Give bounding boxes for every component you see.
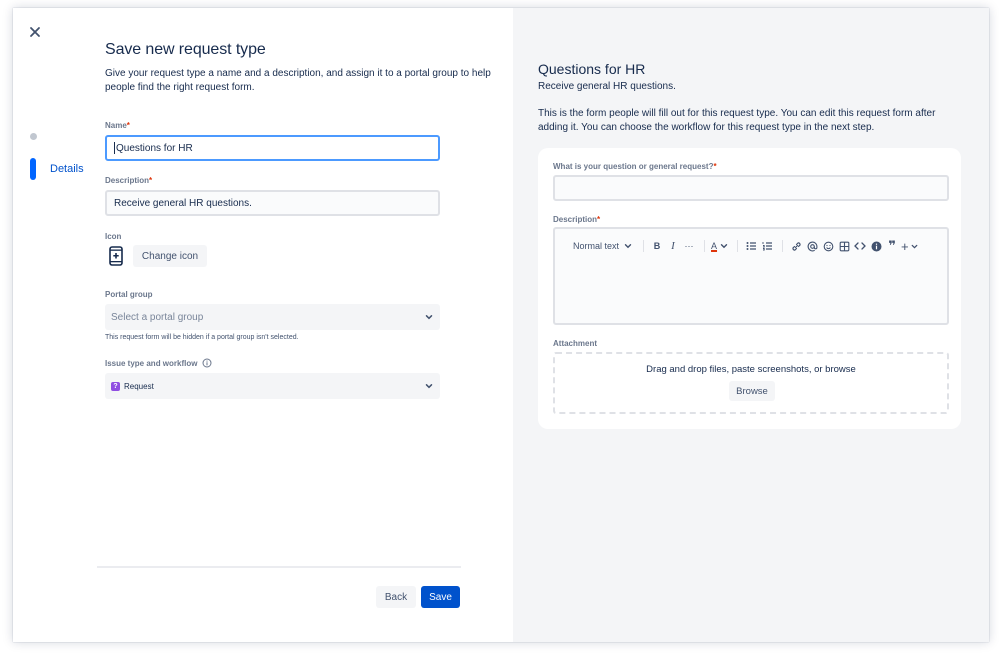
- attachment-dropzone[interactable]: Drag and drop files, paste screenshots, …: [553, 352, 949, 414]
- save-button[interactable]: Save: [421, 586, 460, 608]
- description-label: Description*: [105, 176, 153, 185]
- page-subtitle: Give your request type a name and a desc…: [105, 68, 491, 93]
- quote-icon[interactable]: ❞: [885, 238, 899, 254]
- chevron-down-icon: [720, 244, 728, 249]
- question-field[interactable]: [553, 175, 949, 201]
- chevron-down-icon: [425, 315, 433, 320]
- description-field[interactable]: Receive general HR questions.: [105, 190, 440, 216]
- preview-description-label: Description*: [553, 215, 601, 224]
- preview-form-card: What is your question or general request…: [538, 148, 961, 429]
- toolbar-separator: [643, 240, 645, 252]
- issue-type-value: Request: [124, 381, 154, 391]
- progress-step-details: Details: [50, 163, 84, 175]
- portal-group-select[interactable]: Select a portal group: [105, 304, 440, 330]
- text-caret: [114, 142, 115, 154]
- browse-button[interactable]: Browse: [729, 381, 775, 401]
- italic-icon[interactable]: I: [666, 238, 680, 254]
- attachment-label: Attachment: [553, 339, 598, 348]
- issue-type-select[interactable]: ? Request: [105, 373, 440, 399]
- insert-plus-icon[interactable]: +: [901, 238, 919, 254]
- close-icon[interactable]: [28, 25, 42, 39]
- preview-description: This is the form people will fill out fo…: [538, 108, 936, 133]
- chevron-down-icon: [911, 244, 918, 249]
- preview-subtitle: Receive general HR questions.: [538, 81, 676, 92]
- text-color-icon[interactable]: A: [711, 238, 729, 254]
- mention-icon[interactable]: [805, 238, 819, 254]
- portal-group-label: Portal group: [105, 290, 153, 299]
- info-panel-icon[interactable]: [869, 238, 883, 254]
- request-type-icon: ?: [111, 381, 120, 391]
- toolbar-separator: [704, 240, 706, 252]
- numbered-list-icon[interactable]: [760, 238, 774, 254]
- name-field-value: Questions for HR: [116, 142, 193, 154]
- change-icon-button[interactable]: Change icon: [133, 245, 207, 267]
- link-icon[interactable]: [789, 238, 803, 254]
- description-field-value: Receive general HR questions.: [114, 197, 252, 209]
- emoji-icon[interactable]: [821, 238, 835, 254]
- rich-text-editor[interactable]: Normal text B I ··· A ❞ +: [553, 227, 949, 325]
- chevron-down-icon: [425, 384, 433, 389]
- more-formatting-icon[interactable]: ···: [682, 238, 696, 254]
- table-icon[interactable]: [837, 238, 851, 254]
- text-style-dropdown[interactable]: Normal text: [573, 238, 633, 254]
- name-field[interactable]: Questions for HR: [105, 135, 440, 161]
- back-button[interactable]: Back: [376, 586, 416, 608]
- progress-step-dot: [30, 133, 37, 140]
- progress-step-active-indicator: [30, 158, 36, 180]
- icon-label: Icon: [105, 232, 122, 241]
- preview-title: Questions for HR: [538, 61, 646, 77]
- preview-panel: Questions for HR Receive general HR ques…: [513, 8, 989, 642]
- name-label: Name*: [105, 121, 130, 130]
- question-label: What is your question or general request…: [553, 162, 717, 171]
- mobile-device-icon: [108, 246, 124, 266]
- form-panel: Details Save new request type Give your …: [13, 8, 513, 642]
- issue-type-label: Issue type and workflow: [105, 358, 212, 368]
- attachment-hint: Drag and drop files, paste screenshots, …: [646, 364, 856, 375]
- info-icon[interactable]: [202, 358, 212, 368]
- code-snippet-icon[interactable]: [853, 238, 867, 254]
- portal-group-helper-text: This request form will be hidden if a po…: [105, 334, 299, 341]
- bold-icon[interactable]: B: [650, 238, 664, 254]
- footer-divider: [97, 566, 461, 568]
- toolbar-separator: [737, 240, 739, 252]
- bullet-list-icon[interactable]: [744, 238, 758, 254]
- modal-dialog: Details Save new request type Give your …: [13, 8, 989, 642]
- chevron-down-icon: [624, 244, 632, 249]
- page-title: Save new request type: [105, 41, 266, 58]
- editor-toolbar: Normal text B I ··· A ❞ +: [555, 237, 947, 255]
- portal-group-placeholder: Select a portal group: [111, 311, 204, 323]
- toolbar-separator: [782, 240, 784, 252]
